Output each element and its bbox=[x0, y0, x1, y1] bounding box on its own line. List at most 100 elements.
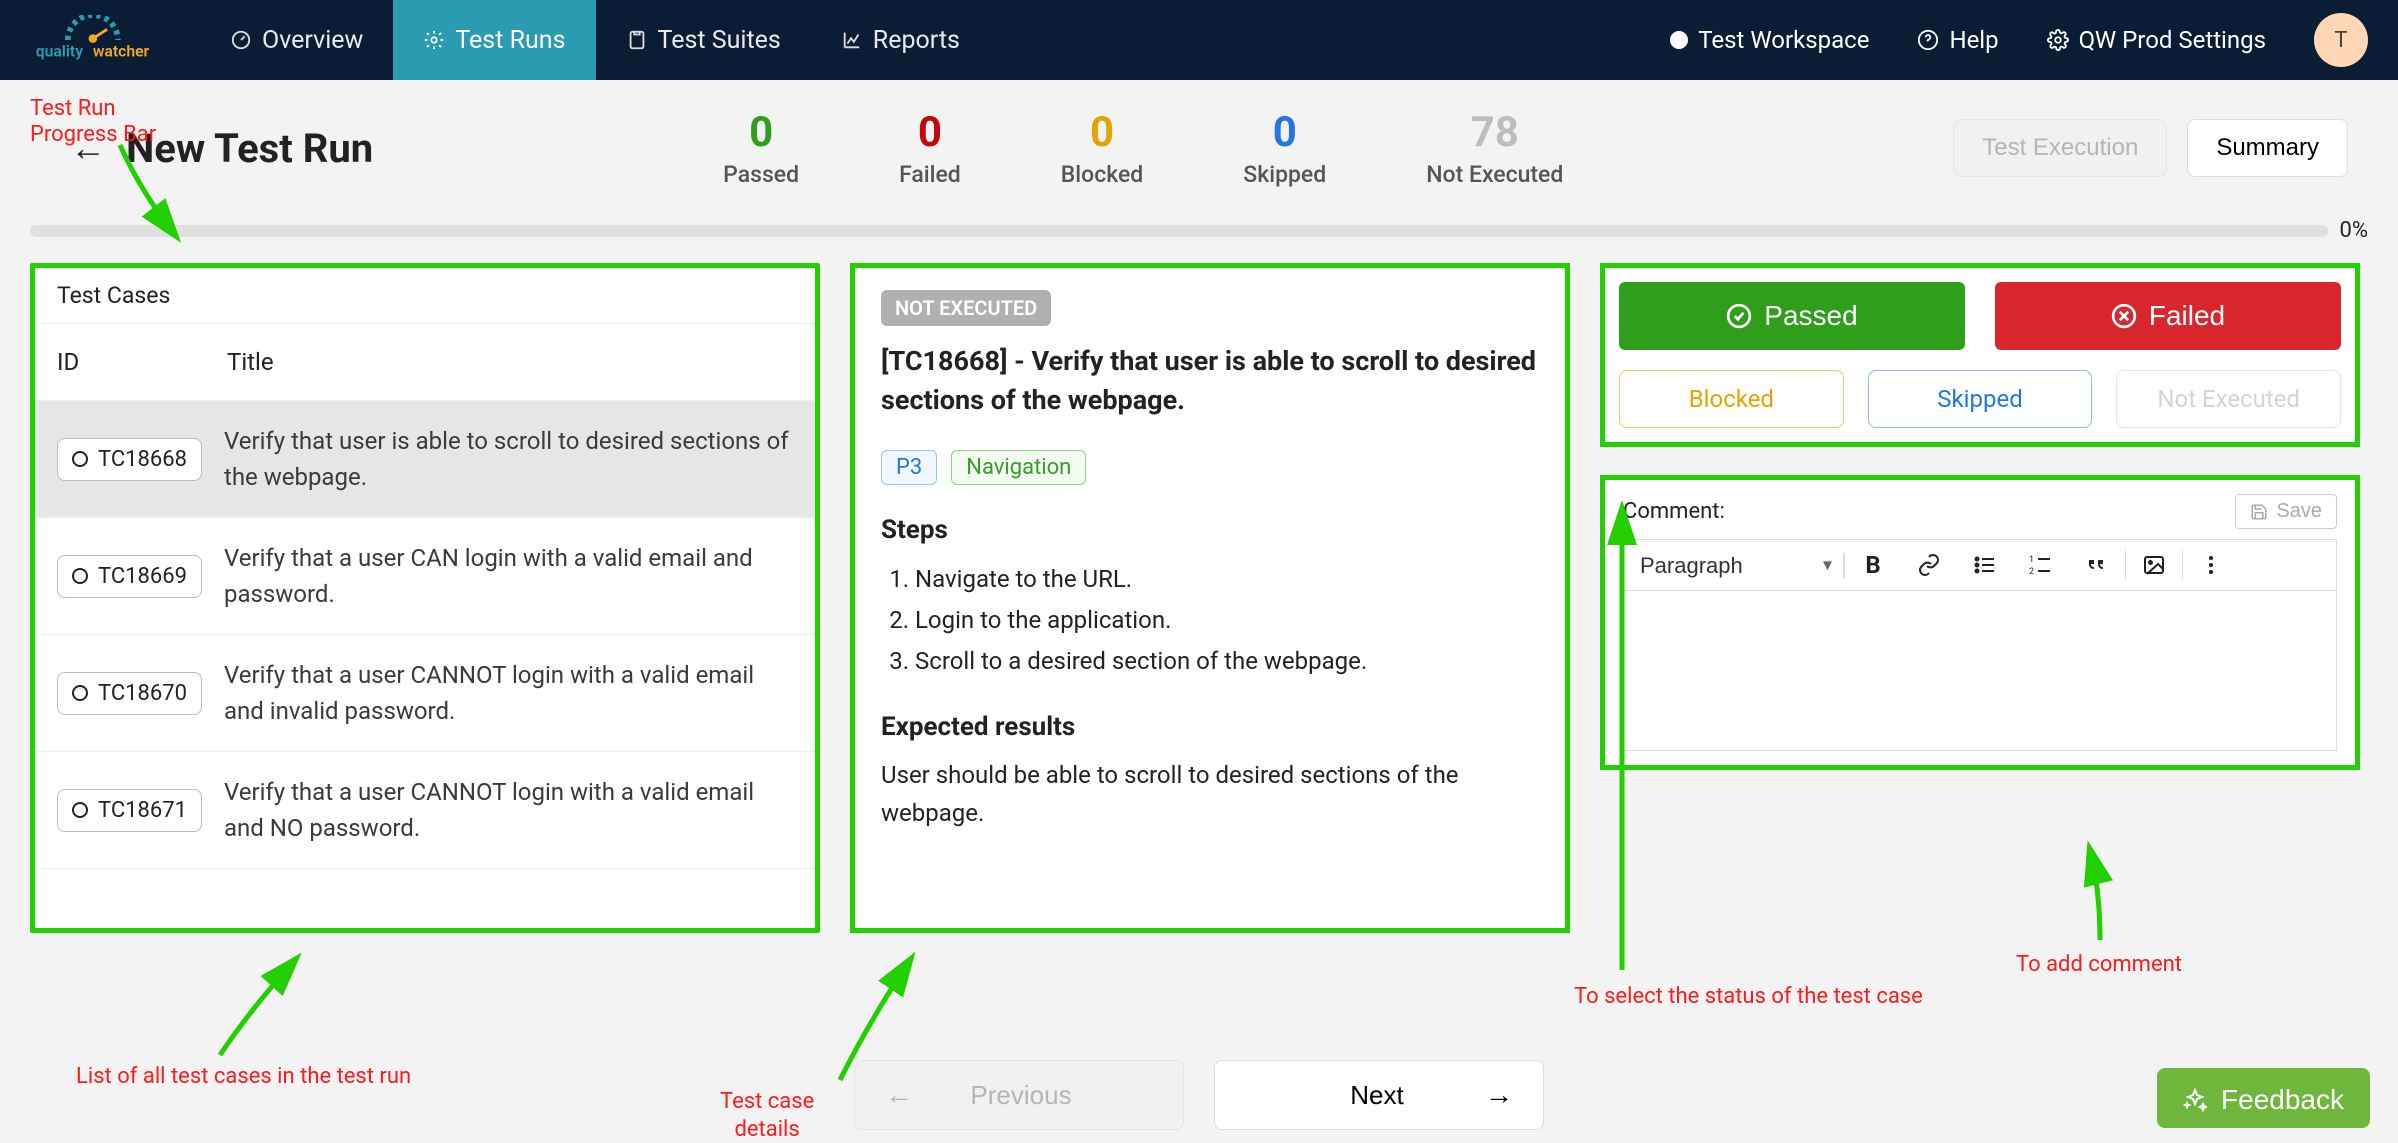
image-icon bbox=[2142, 553, 2166, 577]
mark-not-executed-button: Not Executed bbox=[2116, 370, 2341, 428]
clipboard-icon bbox=[626, 29, 648, 51]
save-comment-button[interactable]: Save bbox=[2235, 494, 2337, 529]
nav-overview[interactable]: Overview bbox=[200, 0, 393, 80]
progress-bar bbox=[30, 225, 2328, 237]
mark-blocked-button[interactable]: Blocked bbox=[1619, 370, 1844, 428]
status-badge: NOT EXECUTED bbox=[881, 290, 1051, 326]
nav-overview-label: Overview bbox=[262, 26, 363, 55]
summary-button[interactable]: Summary bbox=[2187, 119, 2348, 177]
anno-details: Test case details bbox=[720, 1088, 814, 1143]
step-item: Login to the application. bbox=[915, 600, 1539, 641]
stat-skipped: 0 Skipped bbox=[1243, 108, 1326, 188]
workspace-dot-icon bbox=[1670, 31, 1688, 49]
test-case-row[interactable]: TC18671Verify that a user CANNOT login w… bbox=[35, 752, 815, 869]
test-case-id-pill: TC18671 bbox=[57, 789, 202, 832]
test-case-id-pill: TC18668 bbox=[57, 438, 202, 481]
test-cases-heading: Test Cases bbox=[35, 268, 815, 323]
test-case-row[interactable]: TC18669Verify that a user CAN login with… bbox=[35, 518, 815, 635]
arrow-annotation-icon bbox=[200, 950, 320, 1060]
stat-passed: 0 Passed bbox=[723, 108, 799, 188]
step-item: Scroll to a desired section of the webpa… bbox=[915, 641, 1539, 682]
next-button[interactable]: Next → bbox=[1214, 1060, 1544, 1130]
arrow-left-icon: ← bbox=[885, 1079, 913, 1111]
mark-passed-button[interactable]: Passed bbox=[1619, 282, 1965, 350]
gear-icon bbox=[423, 29, 445, 51]
stat-failed-value: 0 bbox=[899, 108, 961, 157]
nav-test-suites[interactable]: Test Suites bbox=[596, 0, 811, 80]
workspace-switcher[interactable]: Test Workspace bbox=[1670, 26, 1869, 54]
priority-chip: P3 bbox=[881, 450, 937, 485]
feedback-button[interactable]: Feedback bbox=[2157, 1068, 2370, 1128]
more-vertical-icon bbox=[2199, 553, 2223, 577]
view-mode-buttons: Test Execution Summary bbox=[1953, 119, 2348, 177]
expected-heading: Expected results bbox=[881, 712, 1539, 742]
avatar-letter: T bbox=[2334, 28, 2347, 53]
mark-failed-button[interactable]: Failed bbox=[1995, 282, 2341, 350]
page-header: ← New Test Run 0 Passed 0 Failed 0 Block… bbox=[0, 80, 2398, 188]
test-case-list-panel: Test Cases ID Title TC18668Verify that u… bbox=[30, 263, 820, 933]
test-case-row[interactable]: TC18670Verify that a user CANNOT login w… bbox=[35, 635, 815, 752]
failed-label: Failed bbox=[2149, 300, 2225, 332]
image-button[interactable] bbox=[2126, 540, 2182, 590]
previous-label: Previous bbox=[970, 1080, 1071, 1111]
gauge-icon bbox=[230, 29, 252, 51]
help-label: Help bbox=[1949, 26, 1998, 54]
test-case-id-pill: TC18670 bbox=[57, 672, 202, 715]
status-selector-box: Passed Failed Blocked Skipped Not Execut… bbox=[1600, 263, 2360, 447]
test-case-row-title: Verify that a user CAN login with a vali… bbox=[224, 540, 793, 612]
tag-chip: Navigation bbox=[951, 450, 1086, 485]
run-stats: 0 Passed 0 Failed 0 Blocked 0 Skipped 78… bbox=[723, 108, 1563, 188]
test-case-table-header: ID Title bbox=[35, 323, 815, 401]
stat-skipped-label: Skipped bbox=[1243, 161, 1326, 188]
test-execution-button[interactable]: Test Execution bbox=[1953, 119, 2167, 177]
more-button[interactable] bbox=[2183, 540, 2239, 590]
expected-text: User should be able to scroll to desired… bbox=[881, 756, 1539, 833]
test-case-id: TC18668 bbox=[98, 447, 187, 472]
nav-test-runs[interactable]: Test Runs bbox=[393, 0, 595, 80]
back-button[interactable]: ← bbox=[70, 127, 106, 169]
paragraph-select[interactable]: Paragraph bbox=[1624, 553, 1844, 578]
mark-skipped-button[interactable]: Skipped bbox=[1868, 370, 2093, 428]
bold-button[interactable]: B bbox=[1845, 540, 1901, 590]
status-circle-icon bbox=[72, 568, 88, 584]
sparkle-icon bbox=[2183, 1088, 2207, 1112]
anno-list: List of all test cases in the test run bbox=[76, 1064, 411, 1089]
stat-not-executed: 78 Not Executed bbox=[1426, 108, 1563, 188]
help-link[interactable]: Help bbox=[1917, 26, 1998, 54]
nav-test-runs-label: Test Runs bbox=[455, 26, 565, 55]
bullet-list-button[interactable] bbox=[1957, 540, 2013, 590]
settings-icon bbox=[2047, 29, 2069, 51]
ordered-list-button[interactable]: 12 bbox=[2013, 540, 2069, 590]
quote-button[interactable] bbox=[2069, 540, 2125, 590]
list-ul-icon bbox=[1973, 553, 1997, 577]
passed-label: Passed bbox=[1764, 300, 1857, 332]
status-circle-icon bbox=[72, 685, 88, 701]
stat-skipped-value: 0 bbox=[1243, 108, 1326, 157]
user-avatar[interactable]: T bbox=[2314, 13, 2368, 67]
status-circle-icon bbox=[72, 802, 88, 818]
test-case-row[interactable]: TC18668Verify that user is able to scrol… bbox=[35, 401, 815, 518]
progress-wrap: 0% bbox=[30, 218, 2368, 243]
nav-reports[interactable]: Reports bbox=[811, 0, 990, 80]
steps-list: Navigate to the URL.Login to the applica… bbox=[881, 559, 1539, 681]
check-circle-icon bbox=[1726, 303, 1752, 329]
workspace-name: Test Workspace bbox=[1698, 26, 1869, 54]
quote-icon bbox=[2085, 553, 2109, 577]
save-label: Save bbox=[2276, 500, 2322, 523]
brand-logo[interactable]: quality watcher bbox=[0, 15, 200, 65]
svg-text:watcher: watcher bbox=[93, 41, 150, 60]
anno-status: To select the status of the test case bbox=[1574, 984, 1923, 1009]
x-circle-icon bbox=[2111, 303, 2137, 329]
col-id-header: ID bbox=[57, 348, 227, 376]
comment-heading: Comment: bbox=[1623, 499, 1725, 524]
test-case-details-panel: NOT EXECUTED [TC18668] - Verify that use… bbox=[850, 263, 1570, 933]
stat-blocked-value: 0 bbox=[1061, 108, 1144, 157]
comment-editor[interactable] bbox=[1623, 591, 2337, 751]
link-button[interactable] bbox=[1901, 540, 1957, 590]
previous-button[interactable]: ← Previous bbox=[854, 1060, 1184, 1130]
stat-failed: 0 Failed bbox=[899, 108, 961, 188]
test-case-title: [TC18668] - Verify that user is able to … bbox=[881, 342, 1539, 420]
settings-link[interactable]: QW Prod Settings bbox=[2047, 26, 2266, 54]
svg-text:1: 1 bbox=[2029, 555, 2034, 565]
link-icon bbox=[1917, 553, 1941, 577]
